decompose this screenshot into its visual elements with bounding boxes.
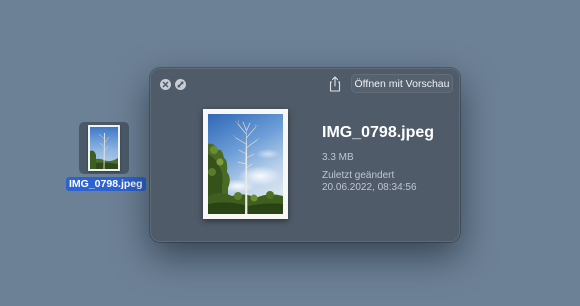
image-preview xyxy=(203,109,288,219)
quicklook-panel: Öffnen mit Vorschau IMG_0798.jpeg 3.3 MB… xyxy=(150,68,460,242)
modified-date: 20.06.2022, 08:34:56 xyxy=(322,182,417,193)
tree-photo-thumbnail xyxy=(90,127,118,169)
desktop-file-thumbnail xyxy=(88,125,120,171)
file-size: 3.3 MB xyxy=(322,152,354,163)
desktop-file-icon[interactable]: IMG_0798.jpeg xyxy=(64,120,146,192)
tree-photo-preview xyxy=(208,114,283,214)
file-name: IMG_0798.jpeg xyxy=(322,124,435,141)
desktop-file-thumbnail-selection xyxy=(79,122,129,174)
share-button[interactable] xyxy=(327,75,343,93)
modified-label: Zuletzt geändert xyxy=(322,170,395,181)
fullscreen-icon xyxy=(177,81,184,88)
close-icon xyxy=(162,81,169,88)
close-button[interactable] xyxy=(160,79,171,90)
desktop-file-label: IMG_0798.jpeg xyxy=(66,177,146,191)
fullscreen-button[interactable] xyxy=(175,79,186,90)
file-info: IMG_0798.jpeg 3.3 MB Zuletzt geändert 20… xyxy=(322,123,452,194)
share-icon xyxy=(329,76,341,92)
open-with-preview-button[interactable]: Öffnen mit Vorschau xyxy=(351,74,453,93)
